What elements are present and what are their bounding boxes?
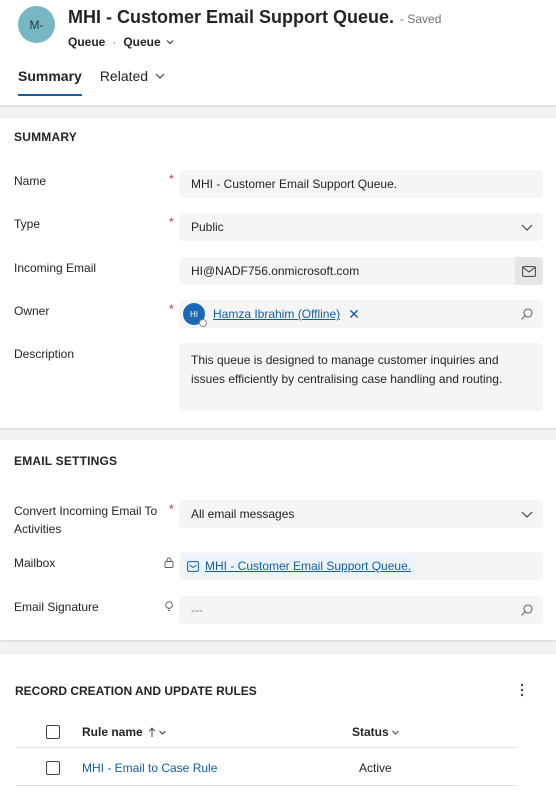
column-header-status[interactable]: Status	[352, 725, 400, 739]
incoming-email-value: HI@NADF756.onmicrosoft.com	[191, 264, 360, 278]
required-marker: *	[169, 502, 174, 516]
presence-offline-icon	[199, 319, 207, 327]
owner-avatar: HI	[183, 303, 207, 327]
column-header-rule-name[interactable]: Rule name	[82, 725, 167, 739]
tab-summary[interactable]: Summary	[18, 68, 82, 96]
search-icon[interactable]	[520, 307, 534, 321]
signature-label: Email Signature	[14, 600, 99, 614]
section-title-rules: RECORD CREATION AND UPDATE RULES	[15, 684, 257, 698]
status-value: Active	[359, 761, 392, 775]
remove-owner-icon[interactable]: ✕	[348, 306, 360, 323]
save-status: - Saved	[400, 12, 442, 26]
row-checkbox[interactable]	[46, 761, 60, 775]
select-all-checkbox[interactable]	[46, 725, 60, 739]
section-title-summary: SUMMARY	[14, 130, 77, 144]
send-email-button[interactable]	[515, 257, 543, 285]
convert-label: Convert Incoming Email To Activities	[14, 504, 158, 536]
signature-value: ---	[191, 603, 203, 617]
table-row[interactable]: MHI - Email to Case Rule Active	[16, 748, 516, 786]
entity-breadcrumb: Queue · Queue	[68, 35, 175, 49]
owner-label: Owner	[14, 304, 50, 318]
required-marker: *	[169, 302, 174, 316]
sort-ascending-icon	[148, 726, 155, 737]
tab-related-label: Related	[99, 68, 149, 84]
rules-section: RECORD CREATION AND UPDATE RULES Rule na…	[0, 654, 556, 796]
mailbox-icon	[187, 560, 199, 572]
type-value: Public	[191, 220, 224, 234]
form-selector[interactable]: Queue	[123, 35, 160, 49]
name-field[interactable]: MHI - Customer Email Support Queue.	[179, 170, 543, 198]
search-icon[interactable]	[520, 603, 534, 617]
mail-icon	[522, 265, 536, 277]
type-label: Type	[14, 217, 41, 231]
grid-header: Rule name Status	[16, 716, 516, 748]
convert-value: All email messages	[191, 507, 295, 521]
email-settings-section: EMAIL SETTINGS Convert Incoming Email To…	[0, 440, 556, 640]
title-row: MHI - Customer Email Support Queue. - Sa…	[68, 7, 441, 28]
chevron-down-icon[interactable]	[165, 37, 175, 47]
rule-link[interactable]: MHI - Email to Case Rule	[82, 761, 217, 775]
rule-name-header-label: Rule name	[82, 725, 143, 739]
type-select[interactable]: Public	[179, 213, 543, 241]
owner-link[interactable]: Hamza Ibrahim (Offline)	[213, 307, 340, 321]
owner-lookup[interactable]: HI Hamza Ibrahim (Offline) ✕	[179, 300, 543, 328]
convert-select[interactable]: All email messages	[179, 500, 543, 528]
lock-icon	[164, 557, 174, 568]
name-value: MHI - Customer Email Support Queue.	[191, 177, 398, 191]
chevron-down-icon	[521, 224, 533, 231]
section-title-email-settings: EMAIL SETTINGS	[14, 454, 118, 468]
signature-lookup[interactable]: ---	[179, 596, 543, 624]
summary-section: SUMMARY Name * MHI - Customer Email Supp…	[0, 118, 556, 428]
tab-summary-label: Summary	[18, 68, 82, 84]
record-header: M- MHI - Customer Email Support Queue. -…	[0, 0, 556, 106]
chevron-down-icon	[521, 511, 533, 518]
required-marker: *	[169, 172, 174, 186]
record-avatar: M-	[18, 6, 55, 43]
required-marker: *	[169, 215, 174, 229]
chevron-down-icon	[155, 73, 165, 79]
owner-initials: HI	[190, 309, 198, 319]
mailbox-label: Mailbox	[14, 556, 56, 570]
tab-list: Summary Related	[18, 68, 184, 96]
chevron-down-icon	[158, 730, 166, 735]
more-options-icon[interactable]	[516, 682, 528, 698]
description-label: Description	[14, 347, 75, 361]
lightbulb-icon	[165, 601, 173, 611]
tab-related[interactable]: Related	[100, 68, 166, 84]
separator-dot: ·	[112, 35, 117, 49]
owner-persona: HI Hamza Ibrahim (Offline) ✕	[183, 303, 360, 327]
name-label: Name	[14, 174, 47, 188]
description-field[interactable]: This queue is designed to manage custome…	[179, 343, 543, 411]
record-title: MHI - Customer Email Support Queue.	[68, 7, 395, 27]
chevron-down-icon	[391, 730, 399, 735]
rule-name-cell: MHI - Email to Case Rule	[82, 761, 217, 775]
status-header-label: Status	[352, 725, 389, 739]
description-value: This queue is designed to manage custome…	[191, 353, 503, 386]
mailbox-chip: MHI - Customer Email Support Queue.	[183, 555, 416, 577]
incoming-email-label: Incoming Email	[14, 261, 97, 275]
status-cell: Active	[359, 761, 392, 775]
entity-name: Queue	[68, 35, 106, 49]
incoming-email-field[interactable]: HI@NADF756.onmicrosoft.com	[179, 257, 543, 285]
mailbox-lookup[interactable]: MHI - Customer Email Support Queue.	[179, 552, 543, 580]
mailbox-link[interactable]: MHI - Customer Email Support Queue.	[205, 559, 411, 573]
